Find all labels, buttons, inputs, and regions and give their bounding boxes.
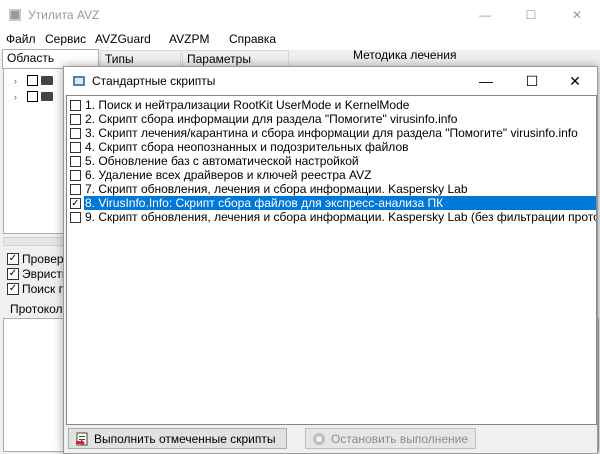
item-checkbox[interactable] (70, 127, 81, 139)
chevron-right-icon[interactable]: › (14, 76, 24, 86)
checkbox[interactable]: ✓ (7, 283, 19, 295)
tree-row[interactable]: › (14, 91, 53, 102)
run-script-icon (76, 432, 88, 446)
menu-avzpm[interactable]: AVZPM (169, 32, 209, 46)
chevron-right-icon[interactable]: › (14, 92, 24, 102)
maximize-icon: ☐ (525, 72, 539, 89)
window-title: Утилита AVZ (28, 8, 100, 22)
dialog-minimize-button[interactable]: — (464, 67, 508, 95)
list-item[interactable]: 7. Скрипт обновления, лечения и сбора ин… (67, 182, 596, 196)
list-item[interactable]: 4. Скрипт сбора неопознанных и подозрите… (67, 140, 596, 154)
list-item[interactable]: 9. Скрипт обновления, лечения и сбора ин… (67, 210, 596, 224)
dialog-maximize-button[interactable]: ☐ (510, 67, 554, 95)
minimize-button[interactable]: — (462, 0, 508, 30)
menu-service[interactable]: Сервис (45, 32, 86, 46)
stop-execution-button[interactable]: Остановить выполнение (305, 428, 476, 449)
minimize-icon: — (479, 8, 491, 22)
item-checkbox[interactable] (70, 169, 81, 181)
item-checkbox[interactable] (70, 141, 81, 153)
item-checkbox[interactable] (70, 183, 81, 195)
item-checkbox[interactable] (70, 155, 81, 167)
checkbox[interactable]: ✓ (7, 268, 19, 280)
list-item[interactable]: 6. Удаление всех драйверов и ключей реес… (67, 168, 596, 182)
scripts-list[interactable]: 1. Поиск и нейтрализации RootKit UserMod… (66, 95, 597, 425)
tree-checkbox[interactable] (27, 75, 38, 86)
main-titlebar: Утилита AVZ — ☐ ✕ (0, 0, 600, 30)
dialog-close-button[interactable]: ✕ (553, 67, 597, 95)
list-item-selected[interactable]: ✓ 8. VirusInfo.Info: Скрипт сбора файлов… (67, 196, 596, 210)
menu-file[interactable]: Файл (6, 32, 36, 46)
drive-icon (41, 92, 53, 101)
drive-icon (41, 76, 53, 85)
list-item[interactable]: 3. Скрипт лечения/карантина и сбора инфо… (67, 126, 596, 140)
list-item[interactable]: 2. Скрипт сбора информации для раздела "… (67, 112, 596, 126)
list-item[interactable]: 5. Обновление баз с автоматической настр… (67, 154, 596, 168)
tree-row[interactable]: › (14, 75, 53, 86)
check-option-2[interactable]: ✓ Эвристи (7, 267, 69, 281)
maximize-button[interactable]: ☐ (508, 0, 554, 30)
method-label: Методика лечения (353, 48, 457, 62)
standard-scripts-dialog: Стандартные скрипты — ☐ ✕ 1. Поиск и ней… (63, 66, 598, 454)
dialog-titlebar: Стандартные скрипты — ☐ ✕ (64, 67, 597, 95)
item-checkbox[interactable] (70, 99, 81, 111)
avz-app-icon (9, 9, 21, 21)
item-checkbox[interactable] (70, 113, 81, 125)
menu-help[interactable]: Справка (229, 32, 276, 46)
menu-avzguard[interactable]: AVZGuard (95, 32, 151, 46)
menu-bar: Файл Сервис AVZGuard AVZPM Справка (0, 30, 600, 50)
close-button[interactable]: ✕ (554, 0, 600, 30)
check-option-1[interactable]: ✓ Проверя (7, 252, 70, 266)
stop-icon (313, 432, 325, 445)
minimize-icon: — (479, 73, 493, 89)
avz-app-icon (73, 76, 85, 86)
dialog-title: Стандартные скрипты (92, 74, 216, 88)
item-checkbox[interactable] (70, 211, 81, 223)
close-icon: ✕ (571, 8, 583, 22)
protocol-label: Протокол (10, 302, 63, 316)
checkbox[interactable]: ✓ (7, 253, 19, 265)
tree-checkbox[interactable] (27, 91, 38, 102)
maximize-icon: ☐ (525, 8, 537, 22)
list-item[interactable]: 1. Поиск и нейтрализации RootKit UserMod… (67, 98, 596, 112)
close-icon: ✕ (569, 72, 581, 89)
item-checkbox-checked[interactable]: ✓ (70, 197, 81, 209)
run-scripts-button[interactable]: Выполнить отмеченные скрипты (68, 428, 287, 449)
